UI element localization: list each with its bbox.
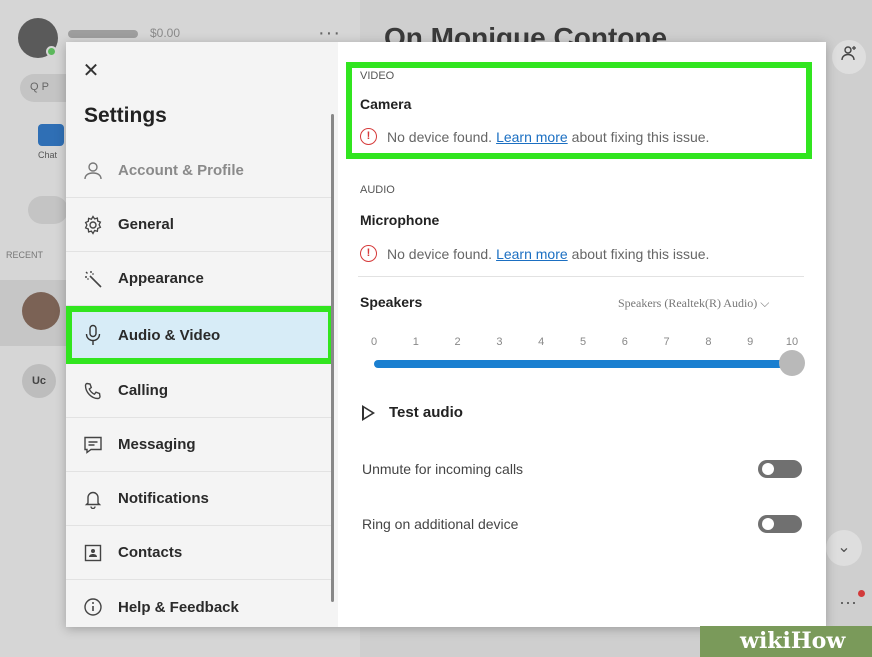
warning-icon: ! — [360, 128, 377, 145]
nav-item-label: Messaging — [118, 436, 196, 453]
volume-tick-label: 8 — [705, 336, 712, 348]
camera-warning: ! No device found. Learn more about fixi… — [360, 128, 709, 145]
microphone-warning: ! No device found. Learn more about fixi… — [360, 245, 709, 262]
gear-icon — [82, 214, 104, 236]
contact-card-icon — [82, 542, 104, 564]
toggle-knob — [762, 518, 774, 530]
contact-avatar — [22, 292, 60, 330]
volume-tick-label: 9 — [747, 336, 754, 348]
nav-item-label: Account & Profile — [118, 162, 244, 179]
volume-slider-thumb[interactable] — [779, 350, 805, 376]
wand-icon — [82, 268, 104, 290]
speakers-device-value: Speakers (Realtek(R) Audio) — [618, 296, 758, 310]
chevron-down-icon: ⌵ — [760, 296, 770, 310]
camera-learn-more-link[interactable]: Learn more — [496, 129, 568, 145]
recent-chats-label: RECENT — [6, 250, 44, 260]
volume-tick-label: 6 — [621, 336, 628, 348]
phone-icon — [82, 380, 104, 402]
nav-item-label: Contacts — [118, 544, 183, 561]
camera-warning-suffix: about fixing this issue. — [571, 128, 710, 145]
warning-icon: ! — [360, 245, 377, 262]
message-icon — [82, 434, 104, 456]
close-icon[interactable]: ✕ — [80, 60, 102, 82]
nav-item-calling[interactable]: Calling — [66, 364, 334, 418]
divider — [358, 276, 804, 277]
volume-tick-label: 10 — [785, 336, 799, 348]
volume-slider-track[interactable] — [374, 360, 792, 368]
nav-item-account-profile[interactable]: Account & Profile — [66, 144, 334, 198]
settings-content: VIDEO Camera ! No device found. Learn mo… — [338, 42, 826, 627]
sidebar-scrollbar[interactable] — [331, 114, 334, 602]
camera-title: Camera — [360, 96, 412, 112]
toggle-knob — [762, 463, 774, 475]
wikihow-watermark: wikiHow — [740, 628, 846, 654]
nav-item-label: Audio & Video — [118, 326, 221, 344]
add-people-icon[interactable] — [832, 40, 866, 74]
chat-icon[interactable] — [38, 124, 64, 146]
chat-tab-label: Chat — [38, 150, 58, 160]
volume-tick-label: 2 — [454, 336, 461, 348]
microphone-learn-more-link[interactable]: Learn more — [496, 246, 568, 262]
volume-tick-label: 5 — [579, 336, 587, 348]
volume-tick-label: 4 — [538, 336, 545, 348]
conversation-title: On Monique Contone — [384, 22, 668, 44]
nav-item-label: Appearance — [118, 270, 204, 287]
nav-item-messaging[interactable]: Messaging — [66, 418, 334, 472]
settings-title: Settings — [84, 104, 167, 127]
nav-item-notifications[interactable]: Notifications — [66, 472, 334, 526]
nav-item-general[interactable]: General — [66, 198, 334, 252]
microphone-icon — [82, 324, 104, 346]
settings-dialog: ✕ Settings Account & Profile General App… — [66, 42, 826, 627]
microphone-warning-suffix: about fixing this issue. — [571, 245, 710, 262]
volume-tick-label: 7 — [663, 336, 670, 348]
skype-credit: $0.00 — [150, 26, 181, 40]
volume-tick-label: 0 — [370, 336, 378, 348]
ring-additional-toggle[interactable] — [758, 515, 802, 533]
camera-warning-text: No device found. — [387, 128, 493, 145]
test-audio-button[interactable]: Test audio — [362, 404, 463, 421]
nav-item-label: General — [118, 216, 174, 233]
volume-tick-label: 3 — [496, 336, 503, 348]
audio-section-label: AUDIO — [360, 184, 395, 196]
nav-item-label: Notifications — [118, 490, 209, 507]
online-status-dot — [46, 46, 57, 57]
nav-item-contacts[interactable]: Contacts — [66, 526, 334, 580]
nav-item-audio-video[interactable]: Audio & Video — [66, 306, 334, 364]
info-icon — [82, 596, 104, 618]
contact-avatar-initials[interactable]: Uc — [22, 364, 56, 398]
test-audio-label: Test audio — [389, 404, 463, 421]
unmute-incoming-toggle[interactable] — [758, 460, 802, 478]
person-icon — [82, 160, 104, 182]
speakers-title: Speakers — [360, 294, 423, 310]
ring-additional-label: Ring on additional device — [362, 516, 519, 532]
nav-item-help-feedback[interactable]: Help & Feedback — [66, 580, 334, 627]
unmute-incoming-label: Unmute for incoming calls — [362, 461, 524, 477]
new-chat-button[interactable] — [28, 196, 68, 224]
volume-tick-label: 1 — [412, 336, 419, 348]
profile-name-blurred — [68, 30, 138, 38]
video-section-label: VIDEO — [360, 70, 395, 82]
settings-sidebar: ✕ Settings Account & Profile General App… — [66, 42, 338, 627]
speakers-dropdown[interactable]: Speakers (Realtek(R) Audio) ⌵ — [618, 296, 769, 311]
nav-item-appearance[interactable]: Appearance — [66, 252, 334, 306]
microphone-warning-text: No device found. — [387, 245, 493, 262]
chevron-down-icon[interactable]: ⌄ — [826, 530, 862, 566]
bell-icon — [82, 488, 104, 510]
microphone-title: Microphone — [360, 212, 440, 228]
nav-item-label: Help & Feedback — [118, 598, 239, 616]
nav-item-label: Calling — [118, 382, 169, 399]
notification-dot — [858, 590, 865, 597]
play-icon — [362, 404, 375, 421]
